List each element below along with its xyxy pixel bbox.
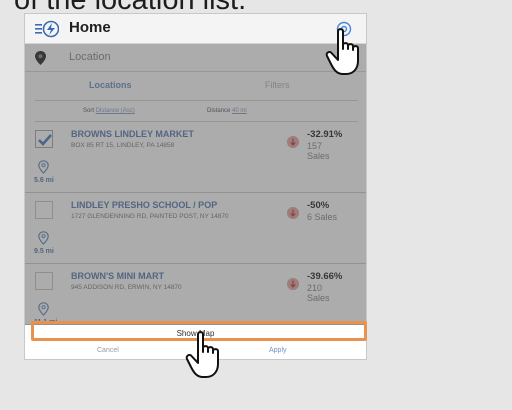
modal-dim-overlay bbox=[25, 44, 366, 325]
app-header: Home bbox=[25, 14, 366, 44]
apply-button[interactable]: Apply bbox=[269, 347, 287, 354]
pointer-hand-icon bbox=[325, 28, 359, 75]
page-title: Home bbox=[69, 19, 111, 36]
cancel-button[interactable]: Cancel bbox=[97, 347, 119, 354]
app-frame: Home Location Locations Filters Sort Dis… bbox=[24, 13, 367, 360]
pointer-hand-icon bbox=[185, 331, 219, 378]
menu-logo-icon[interactable] bbox=[35, 20, 59, 38]
